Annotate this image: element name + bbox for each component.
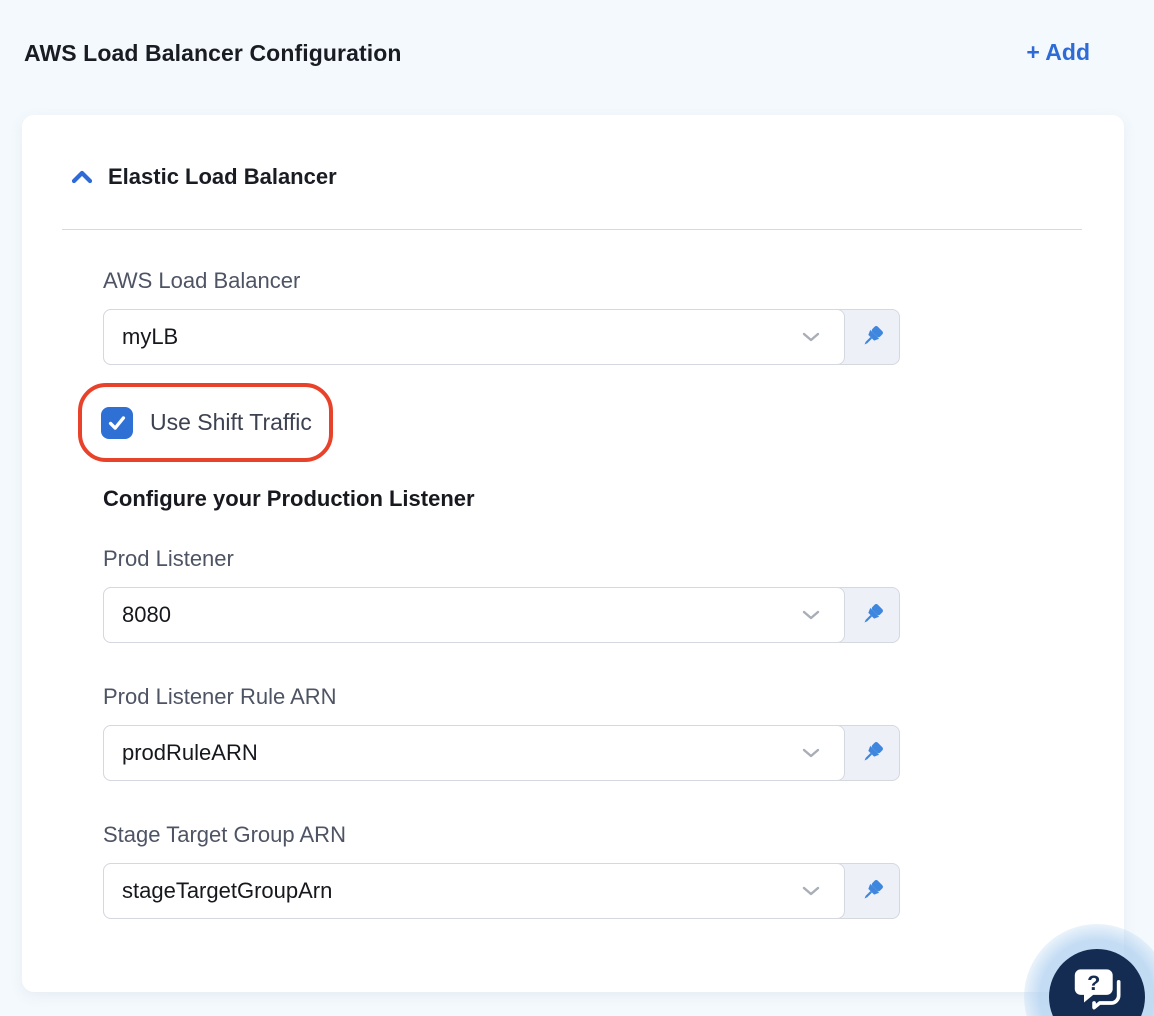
chevron-up-icon (70, 169, 94, 185)
select-value: 8080 (122, 602, 171, 627)
pin-button[interactable] (844, 864, 899, 918)
checkmark-icon (106, 412, 128, 434)
aws-load-balancer-field: myLB (103, 309, 900, 365)
use-shift-traffic-checkbox[interactable] (101, 406, 133, 439)
pin-icon (853, 319, 890, 356)
aws-load-balancer-label: AWS Load Balancer (103, 268, 301, 293)
pin-button[interactable] (844, 588, 899, 642)
select-value: stageTargetGroupArn (122, 878, 333, 903)
stage-target-group-arn-field: stageTargetGroupArn (103, 863, 900, 919)
prod-listener-rule-arn-label: Prod Listener Rule ARN (103, 684, 337, 709)
prod-listener-rule-arn-select[interactable]: prodRuleARN (103, 725, 845, 781)
pin-button[interactable] (844, 310, 899, 364)
stage-target-group-arn-select[interactable]: stageTargetGroupArn (103, 863, 845, 919)
pin-icon (853, 873, 890, 910)
select-value: myLB (122, 324, 179, 349)
svg-text:?: ? (1087, 970, 1100, 995)
page-header: AWS Load Balancer Configuration + Add (0, 0, 1154, 67)
prod-listener-rule-arn-field: prodRuleARN (103, 725, 900, 781)
section-header: Elastic Load Balancer (70, 163, 1082, 191)
collapse-toggle[interactable] (70, 167, 94, 187)
prod-listener-field: 8080 (103, 587, 900, 643)
divider (62, 229, 1082, 230)
help-chat-icon: ? (1071, 964, 1123, 1016)
prod-listener-label: Prod Listener (103, 546, 234, 571)
pin-button[interactable] (844, 726, 899, 780)
pin-icon (853, 597, 890, 634)
pin-icon (853, 735, 890, 772)
add-button[interactable]: + Add (1026, 40, 1090, 64)
chevron-down-icon (802, 610, 820, 620)
form-content: AWS Load Balancer myLB Use Shift Traffic… (78, 268, 900, 919)
load-balancer-card: Elastic Load Balancer AWS Load Balancer … (22, 115, 1124, 992)
use-shift-traffic-label[interactable]: Use Shift Traffic (150, 409, 312, 436)
chevron-down-icon (802, 748, 820, 758)
select-value: prodRuleARN (122, 740, 258, 765)
prod-listener-select[interactable]: 8080 (103, 587, 845, 643)
stage-target-group-arn-label: Stage Target Group ARN (103, 822, 346, 847)
chevron-down-icon (802, 886, 820, 896)
production-listener-heading: Configure your Production Listener (103, 486, 475, 511)
chevron-down-icon (802, 332, 820, 342)
annotation-highlight: Use Shift Traffic (78, 383, 333, 462)
section-title: Elastic Load Balancer (108, 164, 337, 189)
page-title: AWS Load Balancer Configuration (24, 40, 402, 66)
aws-load-balancer-select[interactable]: myLB (103, 309, 845, 365)
